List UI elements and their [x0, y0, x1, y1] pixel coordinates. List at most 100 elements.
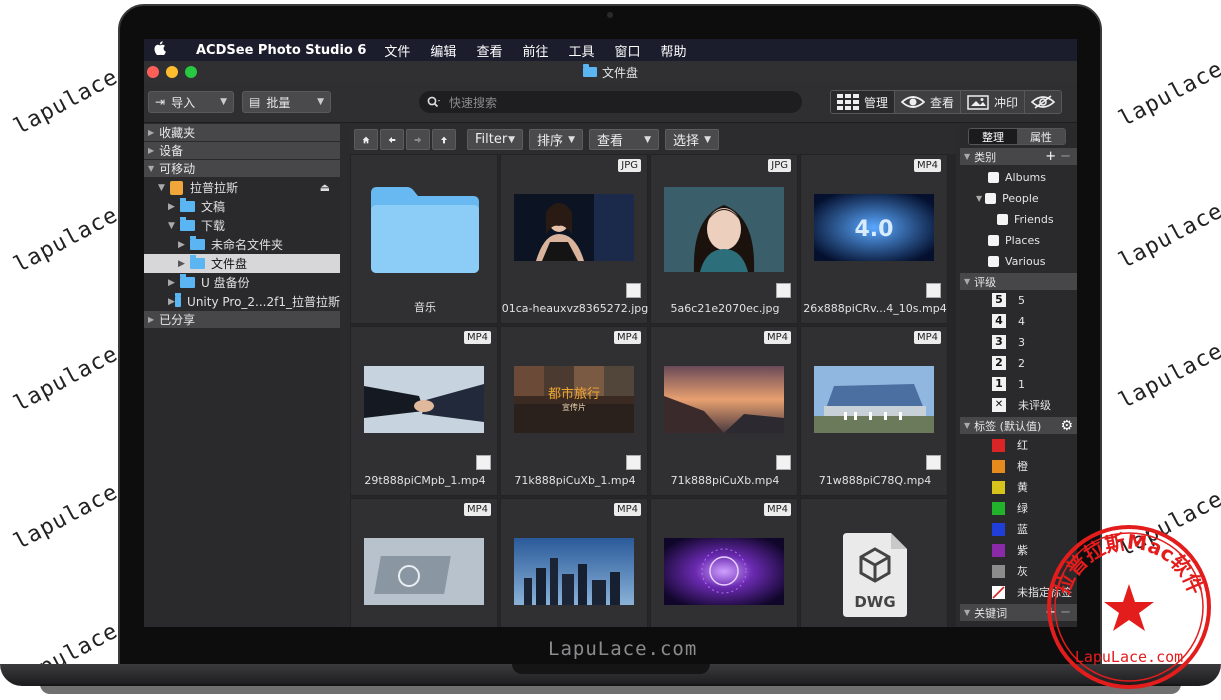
- batch-button[interactable]: ▤ 批量 ▼: [242, 91, 331, 113]
- removable-section[interactable]: ▼ 可移动: [144, 160, 340, 178]
- checkbox[interactable]: [988, 171, 999, 183]
- mode-develop[interactable]: 冲印: [961, 91, 1026, 113]
- menu-tools[interactable]: 工具: [568, 41, 594, 60]
- rating-item[interactable]: 44: [960, 311, 1077, 331]
- gear-icon[interactable]: ⚙: [1060, 418, 1073, 434]
- drive-item[interactable]: ▼ 拉普拉斯 ⏏: [144, 178, 340, 197]
- zoom-window-button[interactable]: [185, 66, 197, 78]
- tab-organize[interactable]: 整理: [969, 129, 1017, 144]
- drive-icon: [170, 180, 183, 195]
- menu-help[interactable]: 帮助: [661, 41, 687, 60]
- minimize-window-button[interactable]: [166, 66, 178, 78]
- checkbox[interactable]: [985, 192, 997, 204]
- select-checkbox[interactable]: [776, 283, 791, 298]
- label-name: 绿: [1017, 502, 1028, 515]
- menu-view[interactable]: 查看: [476, 41, 502, 60]
- chevron-down-icon: ▼: [158, 182, 165, 193]
- label-item[interactable]: 黄: [960, 477, 1077, 497]
- folder-item[interactable]: ▼ 下载: [144, 216, 340, 235]
- file-tile[interactable]: MP4 都市旅行 宣传片 71k888piCuXb_1.mp4: [500, 326, 648, 496]
- import-button[interactable]: ⇥ 导入 ▼: [148, 91, 234, 113]
- rating-item[interactable]: 11: [960, 374, 1077, 394]
- folder-item[interactable]: ▶ U 盘备份: [144, 273, 340, 292]
- labels-header[interactable]: ▼ 标签 (默认值) ⚙: [960, 417, 1077, 434]
- file-tile[interactable]: JPG 5a6c21e2070ec.jpg: [650, 154, 798, 324]
- category-item[interactable]: Various: [960, 251, 1077, 271]
- forward-button[interactable]: [406, 129, 430, 150]
- checkbox[interactable]: [988, 234, 999, 246]
- rating-header[interactable]: ▼ 评级: [960, 273, 1077, 290]
- label-item[interactable]: 绿: [960, 498, 1077, 518]
- mode-switcher: 管理 查看 冲印: [830, 90, 1063, 114]
- rating-item[interactable]: 55: [960, 290, 1077, 310]
- menu-window[interactable]: 窗口: [614, 41, 640, 60]
- remove-icon[interactable]: −: [1060, 149, 1071, 164]
- checkbox[interactable]: [997, 213, 1008, 225]
- filter-dropdown[interactable]: Filter ▼: [467, 129, 523, 150]
- folder-item[interactable]: ▶ 未命名文件夹: [144, 235, 340, 254]
- keywords-label: 关键词: [974, 606, 1008, 620]
- file-tile[interactable]: MP4 4.0 26x888piCRv...4_10s.mp4: [800, 154, 948, 324]
- rating-item[interactable]: 33: [960, 332, 1077, 352]
- view-dropdown[interactable]: 查看 ▼: [589, 129, 659, 150]
- rating-item[interactable]: 22: [960, 353, 1077, 373]
- select-checkbox[interactable]: [476, 455, 491, 470]
- folder-item-selected[interactable]: ▶ 文件盘: [144, 254, 340, 273]
- select-dropdown[interactable]: 选择 ▼: [665, 129, 719, 150]
- color-swatch: [992, 438, 1005, 452]
- file-tile[interactable]: MP4 29t888piCMpb_1.mp4: [350, 326, 498, 496]
- mode-preview[interactable]: [1025, 91, 1061, 113]
- checkbox[interactable]: [988, 255, 999, 267]
- home-button[interactable]: [354, 129, 378, 150]
- category-item[interactable]: ▼ People: [960, 188, 1077, 208]
- select-checkbox[interactable]: [626, 455, 641, 470]
- category-item[interactable]: Friends: [960, 209, 1077, 229]
- tab-properties[interactable]: 属性: [1017, 129, 1065, 144]
- search-input[interactable]: 快速搜索: [419, 91, 802, 113]
- sort-dropdown[interactable]: 排序 ▼: [529, 129, 583, 150]
- menu-file[interactable]: 文件: [384, 41, 410, 60]
- devices-section[interactable]: ▶ 设备: [144, 142, 340, 160]
- file-tile[interactable]: JPG 01ca-heauxvz8365272.jpg: [500, 154, 648, 324]
- select-checkbox[interactable]: [626, 283, 641, 298]
- categories-header[interactable]: ▼ 类别 + −: [960, 148, 1077, 165]
- mode-view[interactable]: 查看: [895, 91, 962, 113]
- menu-go[interactable]: 前往: [522, 41, 548, 60]
- arrow-right-icon: [414, 136, 422, 143]
- mode-manage[interactable]: 管理: [831, 91, 896, 113]
- file-name: 26x888piCRv...4_10s.mp4: [803, 302, 947, 315]
- add-icon[interactable]: +: [1045, 149, 1056, 164]
- file-tile[interactable]: MP4 71k888piCuXb.mp4: [650, 326, 798, 496]
- rating-2-icon: 2: [992, 356, 1006, 370]
- app-name-menu[interactable]: ACDSee Photo Studio 6: [196, 43, 366, 58]
- category-label: Friends: [1014, 212, 1054, 226]
- select-checkbox[interactable]: [776, 455, 791, 470]
- file-tile[interactable]: 音乐: [350, 154, 498, 324]
- file-tile[interactable]: MP4 71w888piC78Q.mp4: [800, 326, 948, 496]
- file-tile[interactable]: MP4: [500, 498, 648, 627]
- file-tile[interactable]: MP4: [350, 498, 498, 627]
- chevron-right-icon: ▶: [148, 146, 155, 155]
- folder-label: Unity Pro_2...2f1_拉普拉斯: [187, 295, 340, 309]
- select-checkbox[interactable]: [926, 283, 941, 298]
- arrow-left-icon: [388, 136, 396, 143]
- category-item[interactable]: Places: [960, 230, 1077, 250]
- up-button[interactable]: [432, 129, 456, 150]
- category-item[interactable]: Albums: [960, 167, 1077, 187]
- file-tile[interactable]: MP4: [650, 498, 798, 627]
- folder-item[interactable]: ▶ Unity Pro_2...2f1_拉普拉斯: [144, 292, 340, 311]
- label-item[interactable]: 橙: [960, 456, 1077, 476]
- menu-edit[interactable]: 编辑: [430, 41, 456, 60]
- close-window-button[interactable]: [147, 66, 159, 78]
- label-item[interactable]: 红: [960, 435, 1077, 455]
- favorites-section[interactable]: ▶ 收藏夹: [144, 124, 340, 142]
- folder-item[interactable]: ▶ 文稿: [144, 197, 340, 216]
- image-thumbnail: [514, 194, 634, 261]
- shared-section[interactable]: ▶ 已分享: [144, 311, 340, 329]
- back-button[interactable]: [380, 129, 404, 150]
- eject-icon[interactable]: ⏏: [320, 181, 330, 194]
- select-checkbox[interactable]: [926, 455, 941, 470]
- apple-icon[interactable]: [144, 41, 176, 59]
- rating-item[interactable]: ✕ 未评级: [960, 395, 1077, 415]
- file-tile[interactable]: DWG: [800, 498, 948, 627]
